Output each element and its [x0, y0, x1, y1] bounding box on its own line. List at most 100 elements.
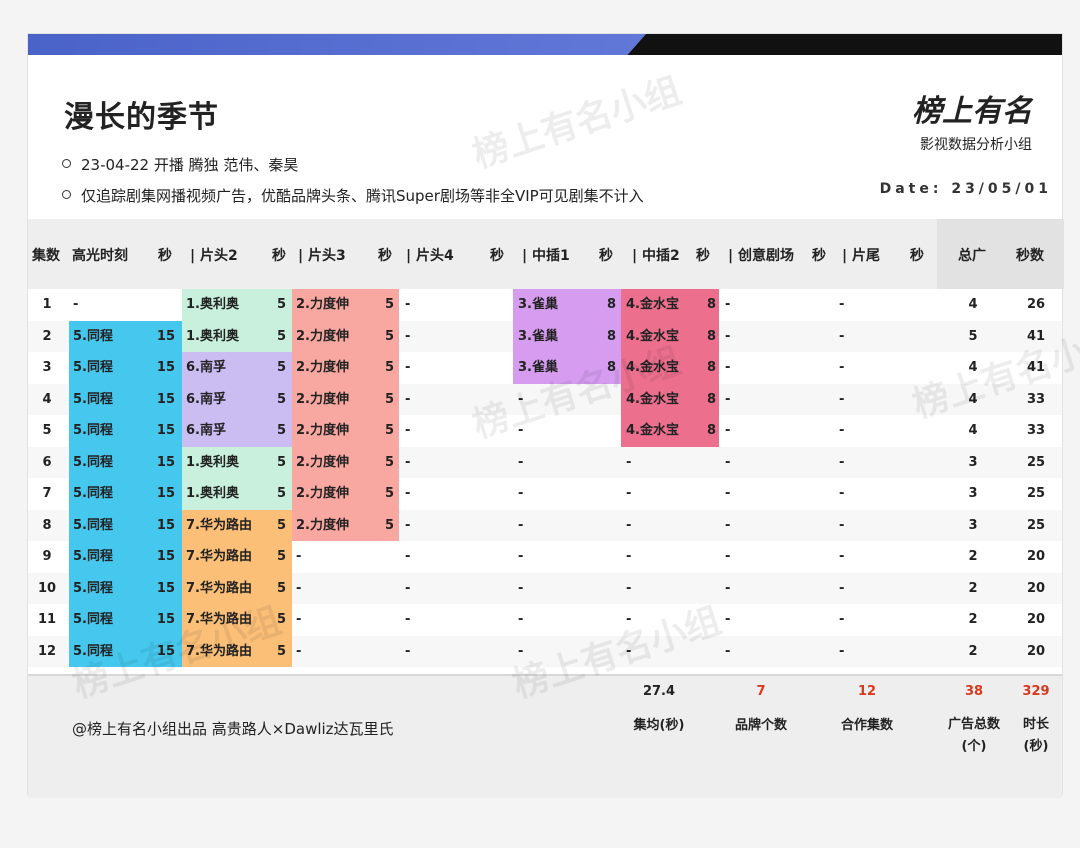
episode-cell: 8	[42, 517, 52, 533]
highlight-cell: 5.同程	[73, 454, 113, 470]
total-seconds-cell: 25	[1026, 517, 1046, 533]
head2-sec-cell: 5	[276, 360, 286, 375]
head3-sec-cell: 5	[384, 423, 394, 438]
brand-logo: 榜上有名 影视数据分析小组	[912, 86, 1032, 154]
head3-sec-cell: 5	[384, 517, 394, 533]
header-sec: 秒	[272, 248, 286, 264]
info-scope-note: 仅追踪剧集网播视频广告，优酷品牌头条、腾讯Super剧场等非全VIP可见剧集不计…	[62, 185, 644, 206]
highlight-sec-cell: 15	[156, 612, 175, 627]
total-ads-cell: 2	[968, 643, 978, 659]
episode-cell: 9	[42, 549, 52, 564]
duration-label: 时长(秒)	[1022, 717, 1049, 754]
tail-cell: -	[839, 549, 845, 564]
header-total: 总广	[958, 248, 986, 264]
highlight-cell: 5.同程	[73, 580, 113, 596]
highlight-sec-cell: 15	[156, 549, 175, 564]
mid2-sec-cell	[686, 604, 716, 636]
creative-cell: -	[725, 549, 731, 564]
mid2-sec-cell	[686, 478, 716, 510]
tail-cell: -	[839, 328, 845, 344]
mid2-sec-cell	[686, 636, 716, 668]
episode-cell: 7	[42, 486, 52, 501]
head4-cell: -	[405, 328, 411, 344]
total-ads-cell: 3	[968, 517, 978, 533]
creative-cell: -	[725, 643, 731, 659]
head2-sec-cell: 5	[276, 486, 286, 501]
head3-sec-cell: 5	[384, 360, 394, 375]
mid2-sec-cell: 8	[706, 328, 716, 344]
total-ads-cell: 4	[968, 423, 978, 438]
report-card: 漫长的季节 23-04-22 开播 腾独 范伟、秦昊 仅追踪剧集网播视频广告，优…	[27, 33, 1080, 798]
highlight-cell: 5.同程	[73, 643, 113, 659]
tail-cell: -	[839, 454, 845, 470]
creative-cell: -	[725, 423, 731, 438]
episode-cell: 10	[37, 580, 57, 596]
avg-label: 集均(秒)	[633, 718, 685, 733]
highlight-sec-cell: 15	[156, 486, 175, 501]
head2-sec-cell: 5	[276, 612, 286, 627]
head2-cell: 1.奥利奥	[186, 454, 239, 470]
mid1-sec-cell: 8	[606, 328, 616, 344]
watermark: 榜上有名小组	[468, 70, 687, 177]
highlight-cell: 5.同程	[73, 486, 113, 501]
total-ads-cell: 2	[968, 612, 978, 627]
header-sec: 秒	[378, 248, 392, 264]
header-creative: | 创意剧场	[728, 248, 794, 264]
head2-cell: 7.华为路由	[186, 612, 252, 627]
head4-cell: -	[405, 423, 411, 438]
head3-sec-cell	[364, 541, 394, 573]
highlight-cell: 5.同程	[73, 328, 113, 344]
total-ads-cell: 5	[968, 328, 978, 344]
mid1-sec-cell	[586, 384, 616, 416]
creative-cell: -	[725, 454, 731, 470]
head3-sec-cell: 5	[384, 486, 394, 501]
total-seconds-cell: 33	[1026, 423, 1046, 438]
highlight-sec-cell: 15	[156, 391, 175, 407]
creative-cell: -	[725, 517, 731, 533]
highlight-sec-cell: 15	[156, 360, 175, 375]
total-seconds-cell: 33	[1026, 391, 1046, 407]
info-air-date-text: 23-04-22 开播 腾独 范伟、秦昊	[81, 156, 299, 174]
mid2-sec-cell: 8	[706, 391, 716, 407]
head3-sec-cell: 5	[384, 328, 394, 344]
ads-value: 38	[964, 684, 984, 699]
total-seconds-cell: 41	[1026, 360, 1046, 375]
mid2-sec-cell	[686, 510, 716, 542]
head4-cell: -	[405, 391, 411, 407]
header-sec: 秒	[599, 248, 613, 264]
avg-value: 27.4	[642, 684, 676, 699]
creative-cell: -	[725, 297, 731, 312]
total-ads-cell: 2	[968, 549, 978, 564]
head4-cell: -	[405, 580, 411, 596]
tail-cell: -	[839, 360, 845, 375]
highlight-sec-cell: 15	[156, 517, 175, 533]
logo-mark: 榜上有名	[912, 94, 1032, 129]
mid1-sec-cell	[586, 541, 616, 573]
head4-cell: -	[405, 612, 411, 627]
total-ads-cell: 3	[968, 486, 978, 501]
mid1-sec-cell: 8	[606, 297, 616, 312]
episode-cell: 11	[37, 612, 57, 627]
head2-cell: 7.华为路由	[186, 549, 252, 564]
tail-cell: -	[839, 517, 845, 533]
creative-cell: -	[725, 612, 731, 627]
head3-sec-cell: 5	[384, 391, 394, 407]
bullet-circle-icon	[62, 190, 71, 199]
creative-cell: -	[725, 328, 731, 344]
head4-cell: -	[405, 297, 411, 312]
episode-cell: 3	[42, 360, 52, 375]
header-head4: | 片头4	[406, 248, 454, 264]
credit-line: @榜上有名小组出品 高贵路人×Dawliz达瓦里氏	[72, 720, 394, 738]
info-air-date: 23-04-22 开播 腾独 范伟、秦昊	[62, 154, 298, 175]
logo-subtitle: 影视数据分析小组	[920, 137, 1032, 153]
summary-column-bg	[937, 219, 1064, 289]
brands-value: 7	[756, 684, 766, 699]
total-seconds-cell: 20	[1026, 612, 1046, 627]
highlight-cell: 5.同程	[73, 391, 113, 407]
header-episode: 集数	[32, 248, 60, 264]
mid1-sec-cell	[586, 636, 616, 668]
highlight-sec-cell: 15	[156, 643, 175, 659]
head2-cell: 7.华为路由	[186, 580, 252, 596]
total-seconds-cell: 20	[1026, 549, 1046, 564]
episode-cell: 2	[42, 328, 52, 344]
